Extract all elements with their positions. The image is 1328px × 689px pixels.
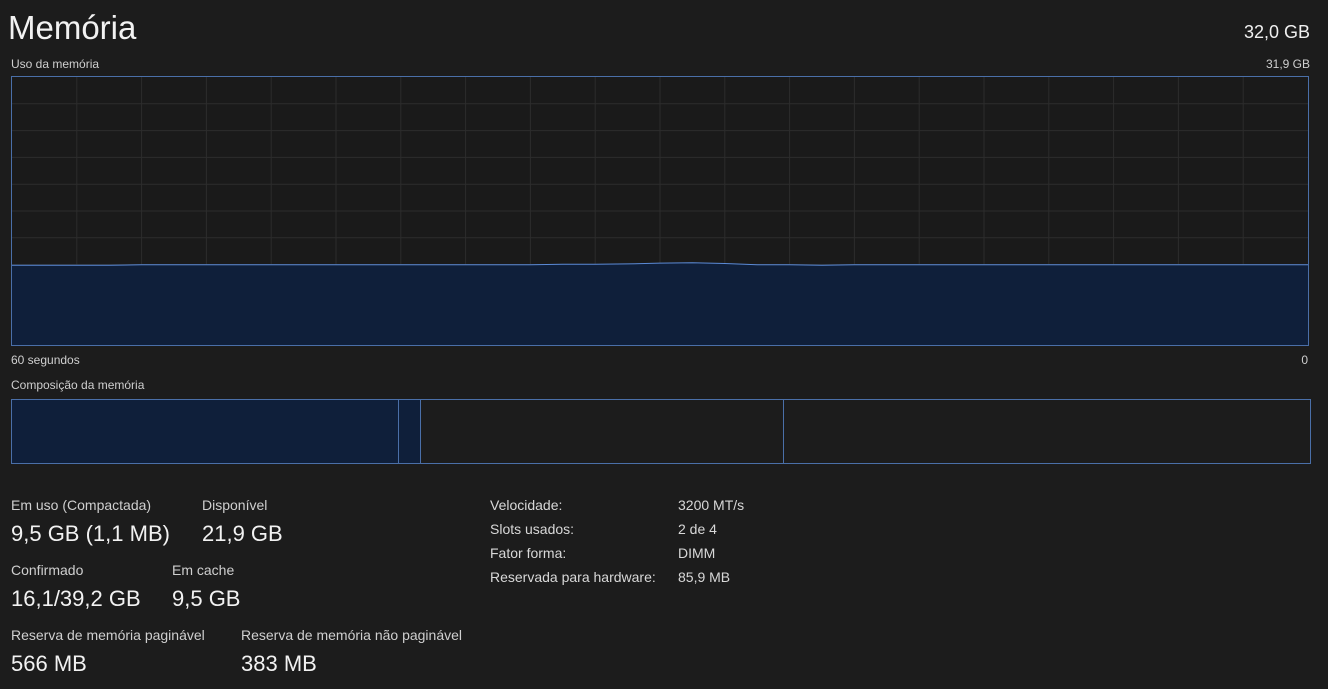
speed-value: 3200 MT/s [678,497,745,513]
in-use-label: Em uso (Compactada) [11,497,152,513]
memory-composition-bar [11,399,1311,464]
usage-area [12,262,1308,345]
paged-pool-label: Reserva de memória paginável [11,627,205,643]
hardware-reserved-value: 85,9 MB [678,569,731,585]
composition-segment-free [784,400,1310,463]
slots-value: 2 de 4 [678,521,717,537]
hardware-reserved-key: Reservada para hardware: [490,569,656,585]
form-factor-key: Fator forma: [490,545,567,561]
available-label: Disponível [202,497,268,513]
composition-segment-standby [420,400,785,463]
time-axis-start: 60 segundos [11,353,80,367]
cached-value: 9,5 GB [172,586,241,611]
total-memory: 32,0 GB [1243,22,1310,42]
page-title: Memória [8,9,137,46]
nonpaged-pool-value: 383 MB [241,651,317,676]
usage-graph-max: 31,9 GB [1265,57,1310,71]
committed-value: 16,1/39,2 GB [11,586,141,611]
composition-label: Composição da memória [11,378,145,392]
paged-pool-value: 566 MB [11,651,87,676]
usage-graph-label: Uso da memória [11,57,100,71]
speed-key: Velocidade: [490,497,563,513]
memory-usage-chart [12,77,1308,345]
time-axis-end: 0 [1301,353,1308,367]
cached-label: Em cache [172,562,235,578]
in-use-value: 9,5 GB (1,1 MB) [11,521,170,546]
committed-label: Confirmado [11,562,84,578]
nonpaged-pool-label: Reserva de memória não paginável [241,627,463,643]
slots-key: Slots usados: [490,521,575,537]
composition-segment-modified [398,400,421,463]
memory-usage-graph [11,76,1309,346]
available-value: 21,9 GB [202,521,283,546]
composition-segment-in-use [12,400,399,463]
form-factor-value: DIMM [678,545,716,561]
